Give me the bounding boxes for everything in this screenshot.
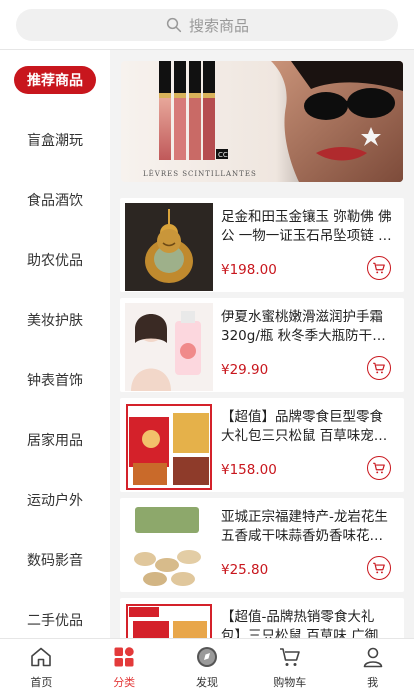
tab-label: 分类 <box>113 676 136 689</box>
tab-discover[interactable]: 发现 <box>166 639 249 692</box>
banner-image: CC <box>121 61 403 182</box>
product-list: 足金和田玉金镶玉 弥勒佛 佛公 一物一证玉石吊坠项链 男女款 ¥198.00 <box>120 198 404 638</box>
product-card[interactable]: 伊夏水蜜桃嫩滑滋润护手霜320g/瓶 秋冬季大瓶防干裂补水保湿 ¥29.90 <box>120 298 404 392</box>
sidebar-item-label: 助农优品 <box>27 253 83 269</box>
sidebar-item-jewelry[interactable]: 钟表首饰 <box>0 360 110 400</box>
product-image <box>125 303 213 391</box>
sidebar-item-beauty[interactable]: 美妆护肤 <box>0 300 110 340</box>
product-price: ¥25.80 <box>221 562 269 578</box>
product-card[interactable]: 亚城正宗福建特产-龙岩花生五香咸干味蒜香奶香味花生零食 ¥25.80 <box>120 498 404 592</box>
svg-text:CC: CC <box>218 151 228 159</box>
sidebar-item-second-hand[interactable]: 二手优品 <box>0 600 110 638</box>
sidebar-item-recommended[interactable]: 推荐商品 <box>0 60 110 100</box>
cart-icon <box>373 562 385 574</box>
category-page: 搜索商品 推荐商品 盲盒潮玩 食品酒饮 助农优品 美妆护肤 钟表首饰 居家用品 … <box>0 0 414 692</box>
tab-label: 购物车 <box>273 676 307 689</box>
product-image <box>125 403 213 491</box>
sidebar-item-agriculture[interactable]: 助农优品 <box>0 240 110 280</box>
sidebar-item-sports[interactable]: 运动户外 <box>0 480 110 520</box>
sidebar-item-home[interactable]: 居家用品 <box>0 420 110 460</box>
product-title: 伊夏水蜜桃嫩滑滋润护手霜320g/瓶 秋冬季大瓶防干裂补水保湿 <box>221 309 386 344</box>
tab-home[interactable]: 首页 <box>0 639 83 692</box>
sidebar-item-label: 盲盒潮玩 <box>27 133 83 149</box>
product-title: 【超值-品牌热销零食大礼包】三只松鼠 百草味 广御园休闲零食 <box>221 609 392 638</box>
product-price: ¥158.00 <box>221 462 277 478</box>
product-image <box>125 603 213 638</box>
sidebar-item-food-drinks[interactable]: 食品酒饮 <box>0 180 110 220</box>
tab-label: 首页 <box>30 676 53 689</box>
add-to-cart-button[interactable] <box>367 456 391 480</box>
product-image <box>125 203 213 291</box>
add-to-cart-button[interactable] <box>367 556 391 580</box>
tab-me[interactable]: 我 <box>331 639 414 692</box>
sidebar-item-label: 居家用品 <box>27 433 83 449</box>
category-icon <box>114 647 134 667</box>
tab-cart[interactable]: 购物车 <box>248 639 331 692</box>
cart-icon <box>373 462 385 474</box>
product-card[interactable]: 【超值】品牌零食巨型零食大礼包三只松鼠 百草味宠爱零食礼盒 ¥158.00 <box>120 398 404 492</box>
product-card[interactable]: 【超值-品牌热销零食大礼包】三只松鼠 百草味 广御园休闲零食 <box>120 598 404 638</box>
sidebar-item-label: 二手优品 <box>27 613 83 629</box>
product-title: 【超值】品牌零食巨型零食大礼包三只松鼠 百草味宠爱零食礼盒 <box>221 409 388 444</box>
product-image <box>125 503 213 591</box>
add-to-cart-button[interactable] <box>367 356 391 380</box>
product-card[interactable]: 足金和田玉金镶玉 弥勒佛 佛公 一物一证玉石吊坠项链 男女款 ¥198.00 <box>120 198 404 292</box>
banner-caption: LÈVRES SCINTILLANTES <box>143 170 257 178</box>
product-title: 亚城正宗福建特产-龙岩花生五香咸干味蒜香奶香味花生零食 <box>221 509 388 544</box>
user-icon <box>363 647 382 668</box>
sidebar-item-label: 数码影音 <box>27 553 83 569</box>
sidebar-item-blind-box[interactable]: 盲盒潮玩 <box>0 120 110 160</box>
search-placeholder: 搜索商品 <box>188 16 249 35</box>
add-to-cart-button[interactable] <box>367 256 391 280</box>
product-title: 足金和田玉金镶玉 弥勒佛 佛公 一物一证玉石吊坠项链 男女款 <box>221 209 392 244</box>
cart-icon <box>279 648 300 666</box>
discover-icon <box>196 647 217 667</box>
search-icon <box>166 17 182 33</box>
search-header: 搜索商品 <box>0 0 414 50</box>
tab-label: 发现 <box>195 676 218 689</box>
cart-icon <box>373 362 385 374</box>
sidebar-item-digital[interactable]: 数码影音 <box>0 540 110 580</box>
sidebar-item-label: 推荐商品 <box>14 66 96 94</box>
product-price: ¥29.90 <box>221 362 269 378</box>
product-panel: CC LÈVRES SCINTILLANTES 足金和田玉金镶玉 弥勒佛 佛公 … <box>110 50 414 638</box>
category-sidebar: 推荐商品 盲盒潮玩 食品酒饮 助农优品 美妆护肤 钟表首饰 居家用品 运动户外 … <box>0 50 110 638</box>
search-bar[interactable]: 搜索商品 <box>16 9 398 41</box>
tab-category[interactable]: 分类 <box>83 639 166 692</box>
cart-icon <box>373 262 385 274</box>
sidebar-item-label: 美妆护肤 <box>27 313 83 329</box>
tab-label: 我 <box>367 676 379 689</box>
home-icon <box>31 647 52 667</box>
sidebar-item-label: 运动户外 <box>27 493 83 509</box>
bottom-tab-bar: 首页 分类 发现 购物车 我 <box>0 638 414 692</box>
promo-banner[interactable]: CC LÈVRES SCINTILLANTES <box>121 61 403 182</box>
product-price: ¥198.00 <box>221 262 277 278</box>
sidebar-item-label: 食品酒饮 <box>27 193 83 209</box>
sidebar-item-label: 钟表首饰 <box>27 373 83 389</box>
